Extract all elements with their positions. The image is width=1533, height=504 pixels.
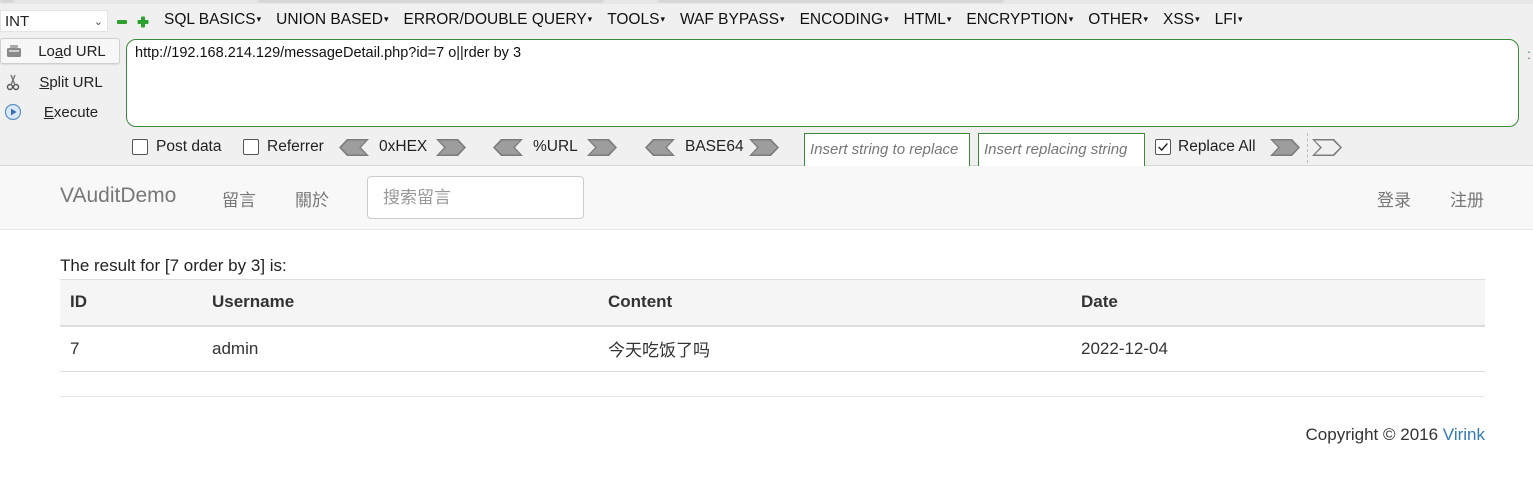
site-navbar: VAuditDemo 留言 關於 登录 注册: [0, 166, 1533, 230]
menu-encoding[interactable]: ENCODING▾: [800, 11, 889, 29]
column-header-username: Username: [202, 279, 598, 327]
url-textarea[interactable]: http://192.168.214.129/messageDetail.php…: [126, 39, 1519, 127]
plus-icon[interactable]: [137, 16, 149, 28]
load-url-label: Load URL: [38, 42, 106, 60]
post-data-label: Post data: [156, 138, 222, 155]
hackbar-options-row: Post data Referrer 0xHEX %URL BASE64 Ins…: [0, 133, 1533, 167]
hex-decode-arrow-icon[interactable]: [339, 139, 369, 156]
scroll-indicator-icon: :: [1527, 46, 1531, 62]
replace-arrow-icon[interactable]: [1270, 139, 1300, 156]
cell-id: 7: [60, 325, 202, 372]
replace-all-checkbox[interactable]: [1155, 139, 1171, 155]
cell-username: admin: [202, 325, 598, 372]
cell-content: 今天吃饭了吗: [598, 325, 1071, 372]
footer-author-link[interactable]: Virink: [1443, 425, 1485, 444]
hex-encode-arrow-icon[interactable]: [436, 139, 466, 156]
base64-encode-arrow-icon[interactable]: [749, 139, 779, 156]
column-header-id: ID: [60, 279, 202, 327]
result-heading: The result for [7 order by 3] is:: [60, 256, 287, 275]
menu-tools[interactable]: TOOLS▾: [607, 11, 665, 29]
menu-waf-bypass[interactable]: WAF BYPASS▾: [680, 11, 785, 29]
menu-xss[interactable]: XSS▾: [1163, 11, 1200, 29]
hackbar-toolbar: INT ⌄ SQL BASICS▾ UNION BASED▾ ERROR/DOU…: [0, 0, 1533, 167]
menu-other[interactable]: OTHER▾: [1088, 11, 1148, 29]
replace-string-input[interactable]: Insert string to replace: [804, 133, 970, 167]
brand-link[interactable]: VAuditDemo: [60, 184, 176, 208]
execute-button[interactable]: Execute: [0, 99, 120, 125]
footer-divider: [60, 396, 1485, 397]
browser-tab-strip: [0, 0, 1533, 4]
chevron-down-icon: ⌄: [93, 15, 103, 28]
url-encoding-label: %URL: [533, 138, 578, 155]
hackbar-menu-list: SQL BASICS▾ UNION BASED▾ ERROR/DOUBLE QU…: [164, 11, 1258, 29]
checkmark-icon: [1158, 143, 1168, 152]
separator: [1307, 133, 1308, 163]
search-input[interactable]: [367, 176, 584, 219]
menu-lfi[interactable]: LFI▾: [1215, 11, 1243, 29]
execute-label: Execute: [43, 103, 99, 121]
nav-link-messages[interactable]: 留言: [222, 186, 256, 211]
minus-icon[interactable]: [116, 16, 128, 28]
type-select-value: INT: [5, 12, 30, 30]
split-url-label: Split URL: [39, 73, 103, 91]
menu-error-double-query[interactable]: ERROR/DOUBLE QUERY▾: [403, 11, 592, 29]
post-data-checkbox[interactable]: [132, 139, 148, 155]
split-url-button[interactable]: Split URL: [0, 69, 120, 95]
column-header-content: Content: [598, 279, 1071, 327]
cell-date: 2022-12-04: [1071, 325, 1485, 372]
referrer-checkbox[interactable]: [243, 139, 259, 155]
url-encode-arrow-icon[interactable]: [587, 139, 617, 156]
replace-next-arrow-icon[interactable]: [1312, 139, 1342, 156]
nav-link-about[interactable]: 關於: [295, 186, 329, 211]
copyright-text: Copyright © 2016: [1305, 425, 1443, 444]
table-row: 7 admin 今天吃饭了吗 2022-12-04: [60, 325, 1485, 372]
column-header-date: Date: [1071, 279, 1485, 327]
base64-label: BASE64: [685, 138, 744, 155]
referrer-label: Referrer: [267, 138, 324, 155]
table-header-row: ID Username Content Date: [60, 279, 1485, 327]
menu-html[interactable]: HTML▾: [904, 11, 952, 29]
footer: Copyright © 2016 Virink: [1306, 425, 1485, 445]
load-url-button[interactable]: Load URL: [0, 38, 120, 64]
url-decode-arrow-icon[interactable]: [493, 139, 523, 156]
replacing-string-input[interactable]: Insert replacing string: [978, 133, 1145, 167]
menu-union-based[interactable]: UNION BASED▾: [276, 11, 388, 29]
nav-link-login[interactable]: 登录: [1377, 186, 1411, 211]
menu-sql-basics[interactable]: SQL BASICS▾: [164, 11, 261, 29]
hex-label: 0xHEX: [379, 138, 428, 155]
tab-fragment: [0, 0, 14, 3]
base64-decode-arrow-icon[interactable]: [645, 139, 675, 156]
menu-encryption[interactable]: ENCRYPTION▾: [966, 11, 1073, 29]
type-select[interactable]: INT ⌄: [0, 10, 108, 32]
result-table: ID Username Content Date 7 admin 今天吃饭了吗 …: [60, 279, 1485, 372]
tab-fragment: [658, 0, 1004, 3]
replace-all-label: Replace All: [1178, 138, 1256, 155]
nav-link-register[interactable]: 注册: [1450, 186, 1484, 211]
hackbar-menubar: INT ⌄ SQL BASICS▾ UNION BASED▾ ERROR/DOU…: [0, 8, 1533, 34]
tab-fragment: [258, 0, 604, 3]
